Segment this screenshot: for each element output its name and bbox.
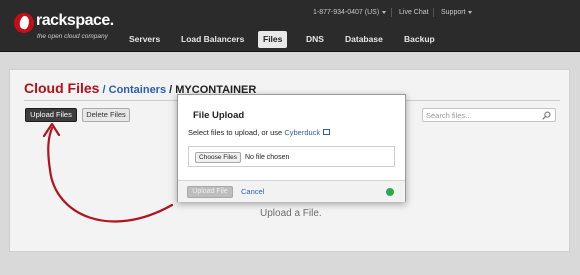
upload-file-button[interactable]: Upload File	[187, 186, 233, 198]
nav-database[interactable]: Database	[345, 31, 383, 48]
spinner-icon	[386, 188, 394, 196]
cancel-link[interactable]: Cancel	[241, 187, 264, 196]
search-box	[422, 108, 556, 122]
choose-files-button[interactable]: Choose Files	[195, 152, 241, 163]
nav-backup[interactable]: Backup	[404, 31, 435, 48]
nav-dns[interactable]: DNS	[306, 31, 324, 48]
breadcrumb-separator: /	[99, 84, 109, 96]
search-input[interactable]	[426, 110, 536, 121]
page-title-label: Cloud Files	[24, 80, 100, 96]
file-input-box: Choose Files No file chosen	[188, 146, 395, 167]
rackspace-logo[interactable]: rackspace. the open cloud company	[14, 11, 126, 47]
dialog-footer: Upload File Cancel	[178, 180, 405, 202]
live-chat-link[interactable]: Live Chat	[399, 8, 429, 17]
phone-number: 1-877-934-0407 (US)	[313, 9, 380, 16]
dialog-prompt-text: Select files to upload, or use	[188, 128, 285, 137]
utility-divider	[433, 8, 434, 17]
logo-tagline: the open cloud company	[37, 33, 108, 40]
upload-files-button[interactable]: Upload Files	[25, 108, 77, 122]
nav-load-balancers[interactable]: Load Balancers	[181, 31, 244, 48]
utility-divider	[391, 8, 392, 17]
cyberduck-link[interactable]: Cyberduck	[284, 128, 320, 137]
breadcrumb-containers-link[interactable]: Containers	[109, 84, 166, 96]
logo-mark-icon	[14, 13, 34, 33]
delete-files-button[interactable]: Delete Files	[82, 108, 130, 122]
top-bar: rackspace. the open cloud company 1-877-…	[0, 0, 580, 52]
breadcrumb-separator: /	[166, 84, 176, 96]
search-icon[interactable]	[542, 111, 551, 120]
nav-files[interactable]: Files	[258, 31, 288, 48]
empty-state-text: Upload a File.	[260, 208, 322, 219]
support-chevron-down-icon[interactable]	[468, 11, 472, 14]
support-menu[interactable]: Support	[441, 8, 466, 17]
logo-wordmark: rackspace.	[36, 12, 114, 29]
nav-servers[interactable]: Servers	[129, 31, 160, 48]
dialog-title: File Upload	[193, 110, 245, 121]
external-link-icon[interactable]	[323, 129, 331, 136]
file-status-text: No file chosen	[245, 154, 290, 161]
phone-chevron-down-icon[interactable]	[382, 11, 386, 14]
file-upload-dialog: File Upload Select files to upload, or u…	[177, 94, 406, 202]
dialog-prompt: Select files to upload, or use Cyberduck	[188, 128, 331, 137]
